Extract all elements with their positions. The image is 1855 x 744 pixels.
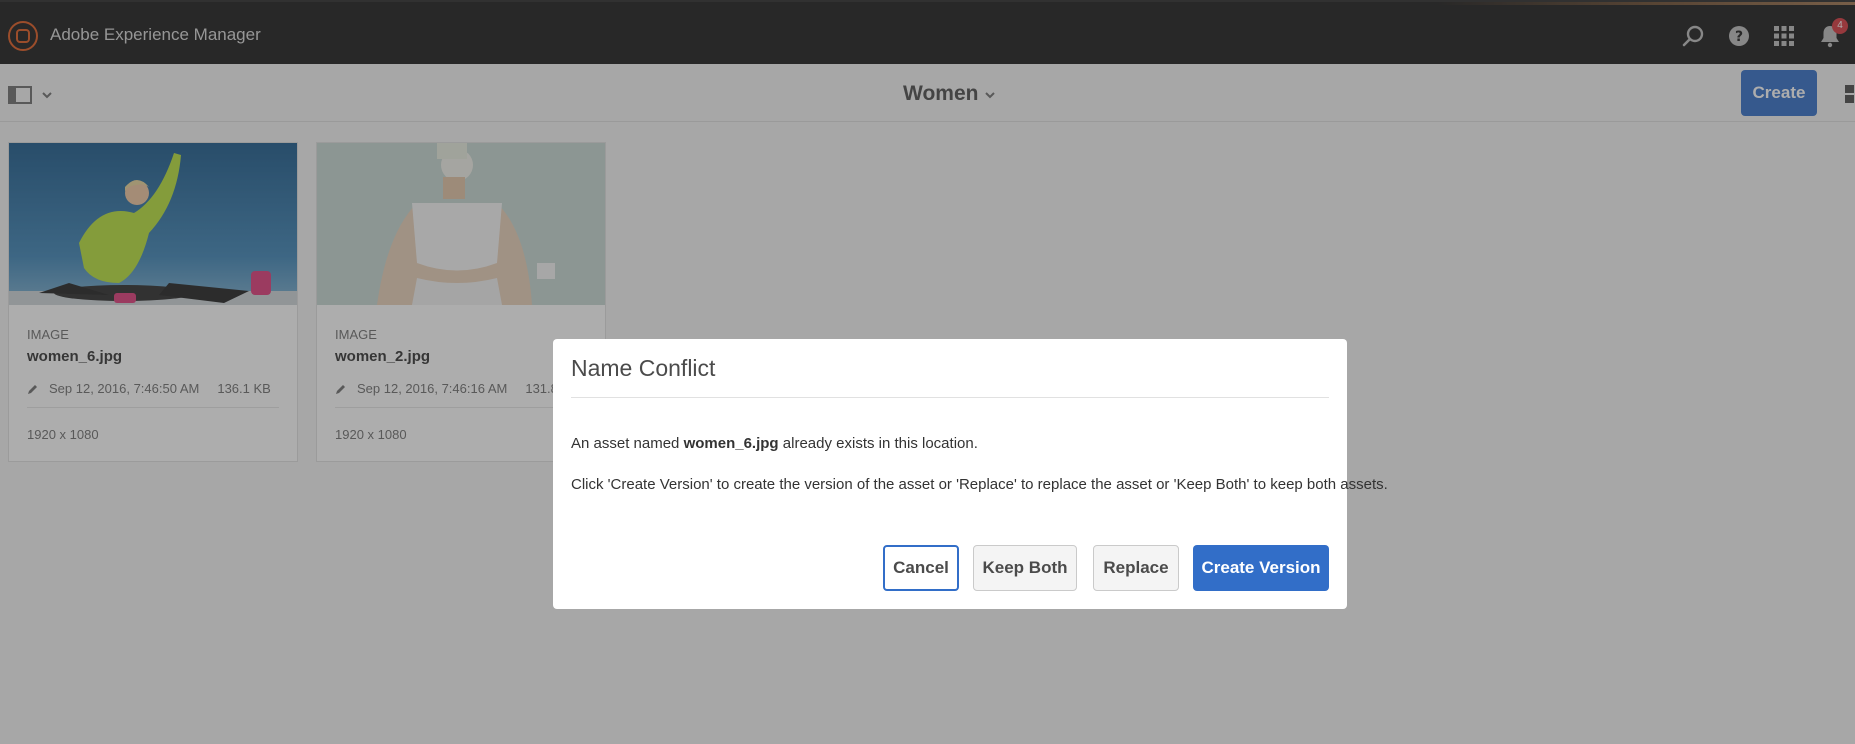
dialog-instructions: Click 'Create Version' to create the ver… bbox=[571, 476, 1388, 493]
name-conflict-dialog: Name Conflict An asset named women_6.jpg… bbox=[553, 339, 1388, 609]
message-suffix: already exists in this location. bbox=[778, 435, 978, 452]
replace-button[interactable]: Replace bbox=[1093, 545, 1179, 591]
message-prefix: An asset named bbox=[571, 435, 684, 452]
dialog-message: An asset named women_6.jpg already exist… bbox=[571, 435, 978, 452]
cancel-button[interactable]: Cancel bbox=[883, 545, 959, 591]
keep-both-button[interactable]: Keep Both bbox=[973, 545, 1077, 591]
dialog-title: Name Conflict bbox=[571, 355, 716, 381]
dialog-divider bbox=[571, 397, 1329, 398]
create-version-button[interactable]: Create Version bbox=[1193, 545, 1329, 591]
conflict-asset-name: women_6.jpg bbox=[683, 435, 779, 452]
